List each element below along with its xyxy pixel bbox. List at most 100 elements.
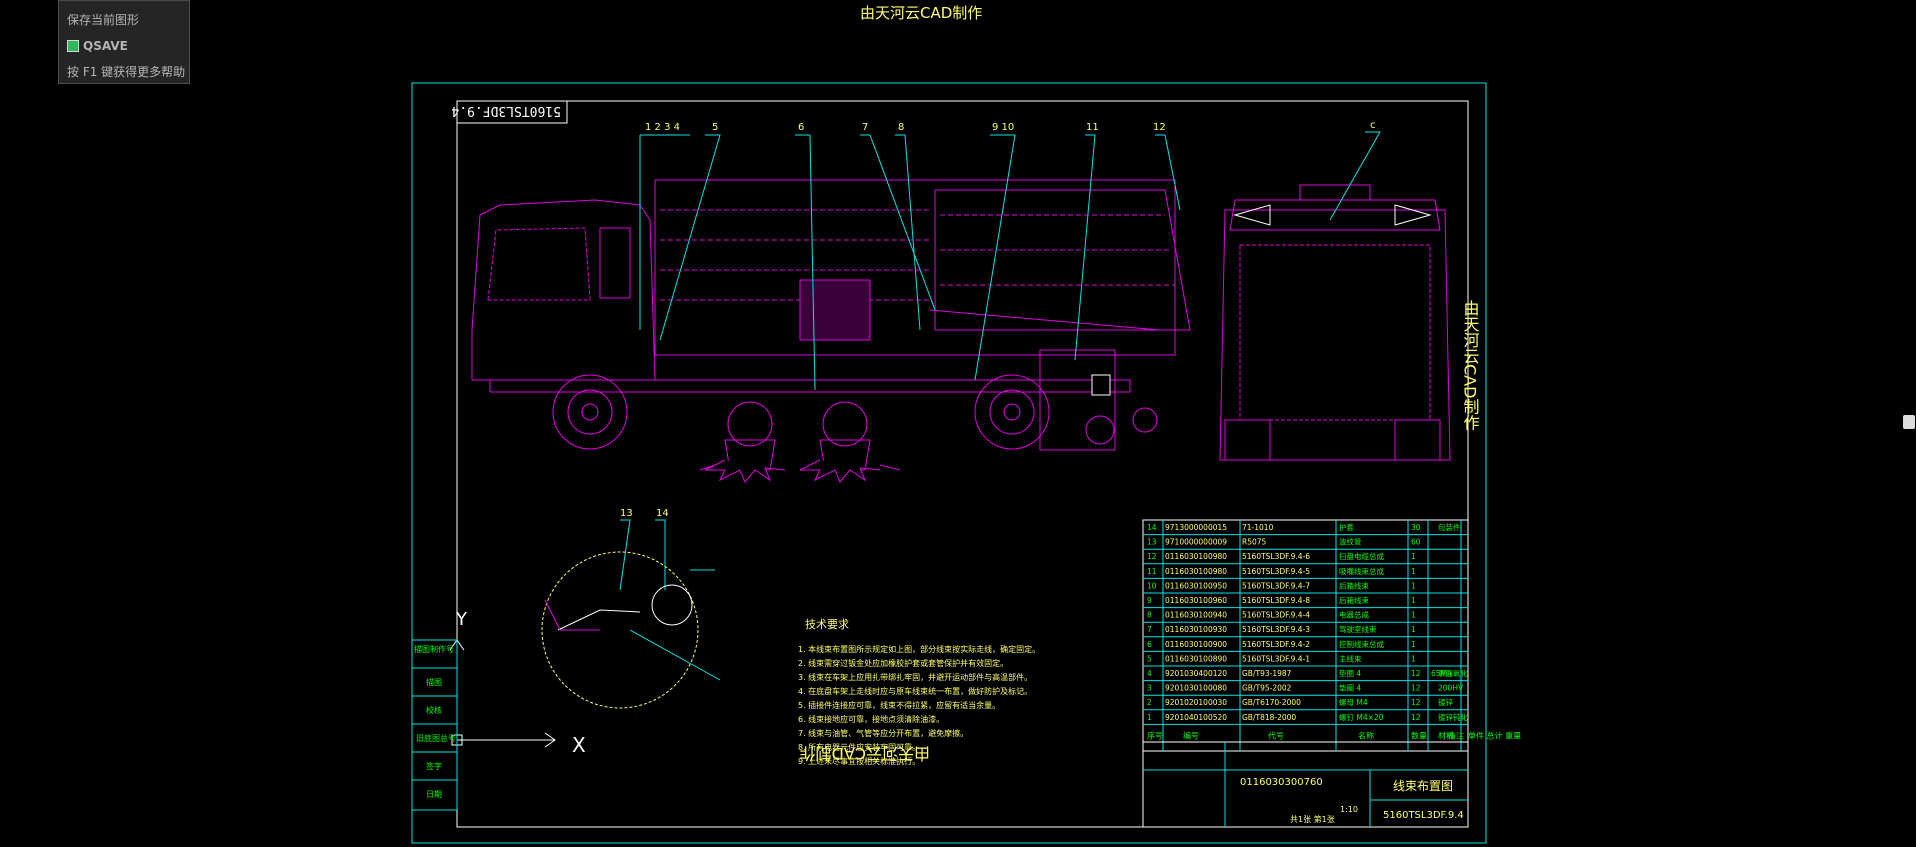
tech-line-9: 9. 上述未尽事宜按相关标准执行。 (798, 756, 920, 766)
left-cell-6: 日期 (426, 790, 442, 799)
bom-cell: 5160TSL3DF.9.4-1 (1242, 654, 1310, 663)
bom-cell: GB/T818-2000 (1242, 713, 1296, 722)
code-stamp: 5160TSL3DF.9.4 (451, 103, 561, 118)
bom-cell: GB/T6170-2000 (1242, 698, 1301, 707)
bom-cell: 后箱线束 (1339, 580, 1369, 590)
left-cell-1: 描图制作号 (414, 644, 454, 654)
bom-cell: 螺母 M4 (1339, 697, 1368, 707)
bom-cell: 0116030100940 (1165, 611, 1227, 620)
bom-cell: 5160TSL3DF.9.4-8 (1242, 596, 1310, 605)
bom-cell: 5160TSL3DF.9.4-3 (1242, 625, 1310, 634)
bom-header-cell: 单件 总计 重量 (1468, 730, 1521, 740)
bom-cell: 护套 (1339, 522, 1355, 532)
bom-cell: GB/T95-2002 (1242, 684, 1292, 693)
tech-requirements: 1. 本线束布置图所示规定如上图，部分线束按实际走线，确定固定。 2. 线束需穿… (798, 644, 1040, 766)
bom-cell: 螺钉 M4×20 (1339, 712, 1384, 722)
balloon-8: 8 (898, 122, 904, 133)
title-block: 0116030300760 线束布置图 5160TSL3DF.9.4 1:10 … (1142, 741, 1469, 828)
bom-cell: 7 (1147, 625, 1152, 634)
bom-cell: 0116030100900 (1165, 640, 1227, 649)
bom-cell: 60 (1411, 538, 1421, 547)
bom-cell: 1 (1411, 596, 1416, 605)
bom-cell: 表面氧化 (1438, 668, 1468, 678)
axis-x-label: X (572, 733, 586, 757)
tech-line-5: 5. 插接件连接应可靠，线束不得拉紧，应留有适当余量。 (798, 700, 1000, 710)
bom-header-cell: 备注 (1448, 730, 1464, 740)
drawing-scale: 1:10 (1340, 805, 1358, 814)
bom-cell: 0116030100980 (1165, 552, 1227, 561)
left-cell-3: 校核 (426, 705, 442, 715)
tech-line-4: 4. 在底盘车架上走线时应与原车线束统一布置，做好防护及标记。 (798, 686, 1032, 696)
tech-requirements-title: 技术要求 (805, 618, 849, 631)
bom-cell: 后箱线束 (1339, 595, 1369, 605)
bom-cell: 1 (1411, 611, 1416, 620)
bom-header-cell: 名称 (1358, 730, 1374, 740)
left-cell-2: 描图 (426, 677, 442, 687)
bom-cell: 1 (1411, 581, 1416, 590)
bom-cell: 0116030100980 (1165, 567, 1227, 576)
bom-cell: 13 (1147, 538, 1157, 547)
bom-cell: 5160TSL3DF.9.4-6 (1242, 552, 1310, 561)
detail-view (541, 551, 721, 709)
balloon-12: 12 (1153, 122, 1166, 133)
bom-cell: 0116030100960 (1165, 596, 1227, 605)
bom-cell: 1 (1411, 552, 1416, 561)
bom-cell: 12 (1411, 698, 1421, 707)
bom-cell: 波纹管 (1339, 537, 1362, 547)
tech-line-8: 8. 所有电器元件应安装牢固可靠。 (798, 742, 920, 752)
bom-header-cell: 编号 (1183, 730, 1199, 740)
bom-cell: 4 (1147, 669, 1152, 678)
truck-side-view (471, 179, 1191, 471)
bom-cell: 垫圈 4 (1339, 668, 1361, 678)
bom-cell: R5075 (1242, 538, 1267, 547)
bom-cell: 3 (1147, 684, 1152, 693)
bom-cell: GB/T93-1987 (1242, 669, 1292, 678)
bom-cell: 14 (1147, 523, 1157, 532)
drawing-number: 0116030300760 (1240, 777, 1323, 788)
bom-cell: 5160TSL3DF.9.4-2 (1242, 640, 1310, 649)
bom-cell: 6 (1147, 640, 1152, 649)
bom-cell: 9201020100030 (1165, 698, 1227, 707)
bom-cell: 5 (1147, 654, 1152, 663)
balloon-14: 14 (656, 508, 669, 519)
tech-line-3: 3. 线束在车架上应用扎带绑扎牢固，并避开运动部件与高温部件。 (798, 672, 1032, 682)
tech-line-2: 2. 线束需穿过钣金处应加橡胶护套或套管保护并有效固定。 (798, 658, 1008, 668)
bom-cell: 0116030100950 (1165, 581, 1227, 590)
bom-cell: 镀锌钝化 (1438, 712, 1468, 722)
bom-cell: 1 (1411, 654, 1416, 663)
balloon-9-10: 9 10 (992, 122, 1014, 133)
axis-y-label: Y (455, 609, 468, 630)
bom-cell: 5160TSL3DF.9.4-4 (1242, 611, 1310, 620)
left-cell-5: 签字 (426, 761, 442, 771)
bom-cell: 吸嘴线束总成 (1339, 566, 1384, 576)
balloon-11: 11 (1086, 122, 1099, 133)
left-cell-4: 旧底图总号 (416, 733, 456, 743)
tech-line-6: 6. 线束接地应可靠，接地点须清除油漆。 (798, 714, 944, 724)
bom-cell: 垫圈 4 (1339, 683, 1361, 693)
sweeper-brushes (699, 459, 901, 483)
bom-cell: 驾驶室线束 (1339, 624, 1377, 634)
balloon-6: 6 (798, 122, 804, 133)
bom-table: 14 9713000000015 71-1010 护套 30 包装件13 971000000… (1142, 519, 1521, 752)
side-watermark: 由天河云CAD制作 (1461, 300, 1480, 431)
balloon-1-4: 1 2 3 4 (645, 122, 680, 133)
cad-drawing-canvas[interactable]: 5160TSL3DF.9.4 由天河云CAD制作 由天河云CAD制作 1 2 3… (0, 0, 1916, 847)
balloon-5: 5 (712, 122, 718, 133)
bom-cell: 包装件 (1438, 522, 1461, 532)
bom-cell: 12 (1411, 684, 1421, 693)
tech-line-1: 1. 本线束布置图所示规定如上图，部分线束按实际走线，确定固定。 (798, 644, 1040, 654)
bom-cell: 71-1010 (1242, 523, 1274, 532)
bom-cell: 9713000000015 (1165, 523, 1227, 532)
bom-cell: 1 (1411, 625, 1416, 634)
bom-cell: 主线束 (1339, 653, 1362, 663)
balloon-7: 7 (862, 122, 868, 133)
bom-cell: 1 (1411, 567, 1416, 576)
drawing-title: 线束布置图 (1393, 779, 1453, 793)
bom-cell: 9201030100080 (1165, 684, 1227, 693)
balloon-c: c (1370, 120, 1376, 131)
bom-cell: 12 (1411, 713, 1421, 722)
leader-lines (619, 131, 1381, 591)
tech-line-7: 7. 线束与油管、气管等应分开布置，避免摩擦。 (798, 728, 968, 738)
bom-cell: 5160TSL3DF.9.4-5 (1242, 567, 1310, 576)
bom-cell: 11 (1147, 567, 1157, 576)
